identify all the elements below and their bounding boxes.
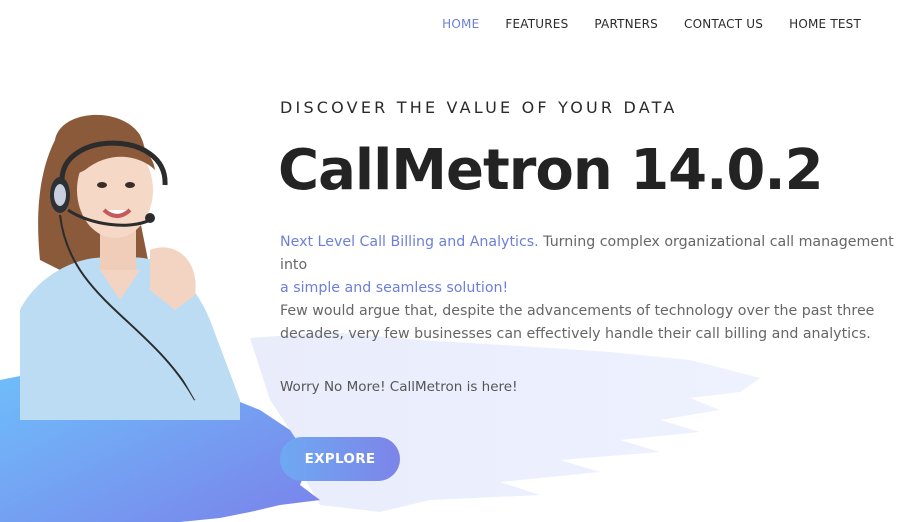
hero-tagline: Worry No More! CallMetron is here! [280, 379, 518, 395]
nav-features[interactable]: FEATURES [505, 17, 568, 31]
hero-description: Next Level Call Billing and Analytics. T… [280, 231, 905, 346]
light-brush-stroke [250, 332, 760, 512]
desc-highlight-2: a simple and seamless solution! [280, 280, 509, 296]
desc-text-2: Few would argue that, despite the advanc… [280, 303, 875, 342]
hero-eyebrow: DISCOVER THE VALUE OF YOUR DATA [280, 98, 678, 117]
support-agent-image [20, 114, 240, 420]
hero-title: CallMetron 14.0.2 [278, 138, 824, 203]
main-nav: HOME FEATURES PARTNERS CONTACT US HOME T… [442, 17, 861, 31]
nav-partners[interactable]: PARTNERS [594, 17, 658, 31]
nav-contact-us[interactable]: CONTACT US [684, 17, 763, 31]
nav-home[interactable]: HOME [442, 17, 479, 31]
explore-button[interactable]: EXPLORE [280, 437, 400, 481]
desc-highlight-1: Next Level Call Billing and Analytics. [280, 234, 539, 250]
nav-home-test[interactable]: HOME TEST [789, 17, 861, 31]
